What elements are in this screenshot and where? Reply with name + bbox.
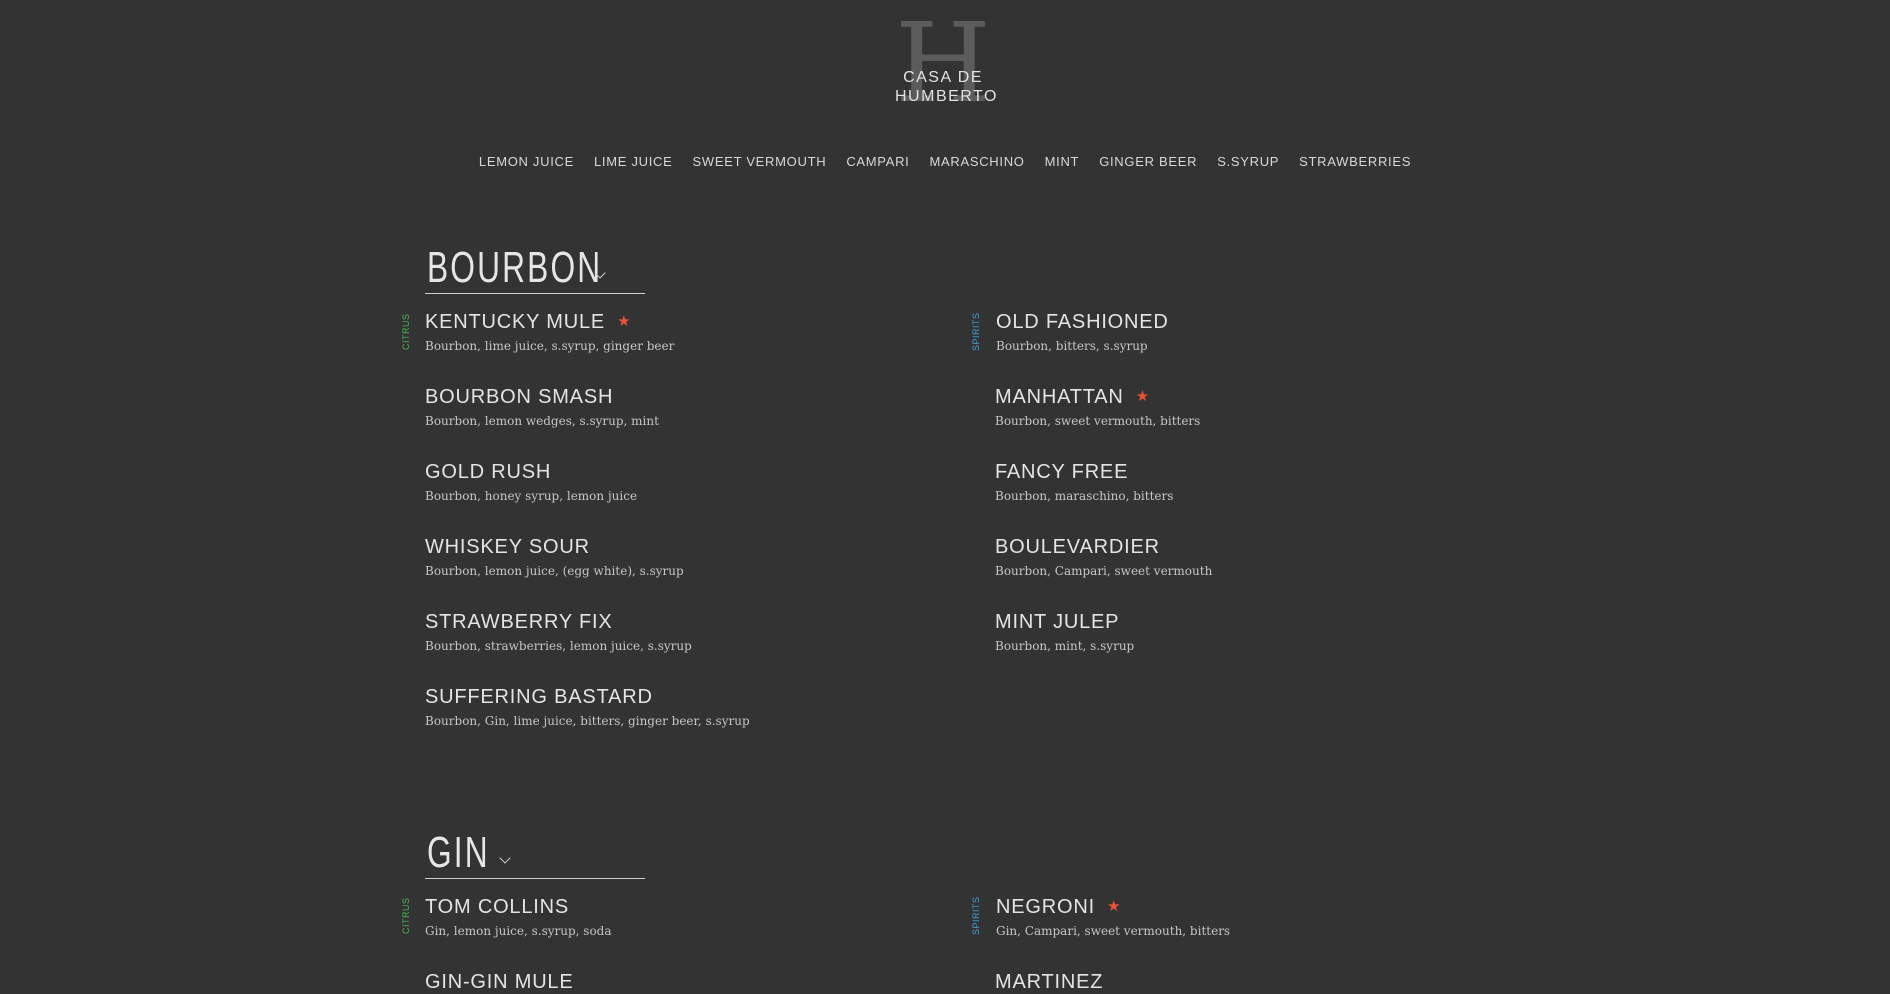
drink-name: FANCY FREE bbox=[995, 461, 1129, 483]
star-icon: ★ bbox=[1106, 898, 1121, 915]
drink-name: KENTUCKY MULE bbox=[425, 311, 606, 333]
drink-name: BOURBON SMASH bbox=[425, 386, 614, 408]
logo[interactable]: H CASA DE HUMBERTO bbox=[895, 8, 998, 118]
drink-item[interactable]: STRAWBERRY FIX Bourbon, strawberries, le… bbox=[425, 610, 925, 654]
drink-item[interactable]: NEGRONI ★ Gin, Campari, sweet vermouth, b… bbox=[996, 895, 1496, 939]
category-tag-spirits: SPIRITS bbox=[971, 312, 981, 351]
drink-name: NEGRONI bbox=[996, 896, 1095, 918]
section-header[interactable]: BOURBON bbox=[425, 245, 645, 294]
nav-item-lime-juice[interactable]: LIME JUICE bbox=[594, 154, 673, 169]
drink-ingredients: Bourbon, lime juice, s.syrup, ginger bee… bbox=[425, 339, 675, 353]
drink-name: GIN-GIN MULE bbox=[425, 971, 574, 993]
nav-item-mint[interactable]: MINT bbox=[1045, 154, 1080, 169]
drink-item[interactable]: MINT JULEP Bourbon, mint, s.syrup bbox=[995, 610, 1495, 654]
drink-item[interactable]: TOM COLLINS Gin, lemon juice, s.syrup, s… bbox=[425, 895, 925, 939]
category-tag-spirits: SPIRITS bbox=[971, 896, 981, 935]
drink-ingredients: Bourbon, Campari, sweet vermouth bbox=[995, 564, 1213, 578]
drink-name: WHISKEY SOUR bbox=[425, 536, 590, 558]
nav-item-maraschino[interactable]: MARASCHINO bbox=[929, 154, 1024, 169]
category-tag-citrus: CITRUS bbox=[401, 897, 411, 935]
drink-ingredients: Bourbon, lemon juice, (egg white), s.syr… bbox=[425, 564, 684, 578]
ingredient-nav: LEMON JUICE LIME JUICE SWEET VERMOUTH CA… bbox=[0, 154, 1890, 169]
drink-item[interactable]: MARTINEZ bbox=[995, 970, 1495, 994]
drink-name: SUFFERING BASTARD bbox=[425, 686, 653, 708]
section-title: BOURBON bbox=[427, 243, 603, 292]
nav-item-s-syrup[interactable]: S.SYRUP bbox=[1217, 154, 1279, 169]
nav-item-sweet-vermouth[interactable]: SWEET VERMOUTH bbox=[693, 154, 827, 169]
section-header[interactable]: GIN bbox=[425, 830, 645, 879]
drink-item[interactable]: KENTUCKY MULE ★ Bourbon, lime juice, s.sy… bbox=[425, 310, 925, 354]
drink-name: MARTINEZ bbox=[995, 971, 1104, 993]
star-icon: ★ bbox=[617, 313, 631, 330]
category-tag-citrus: CITRUS bbox=[401, 313, 411, 351]
drink-ingredients: Bourbon, bitters, s.syrup bbox=[996, 339, 1148, 353]
drink-ingredients: Gin, lemon juice, s.syrup, soda bbox=[425, 924, 612, 938]
drink-ingredients: Bourbon, sweet vermouth, bitters bbox=[995, 414, 1201, 428]
drink-item[interactable]: GOLD RUSH Bourbon, honey syrup, lemon ju… bbox=[425, 460, 925, 504]
drink-name: GOLD RUSH bbox=[425, 461, 552, 483]
drink-name: BOULEVARDIER bbox=[995, 536, 1160, 558]
drink-item[interactable]: GIN-GIN MULE bbox=[425, 970, 925, 994]
drink-item[interactable]: MANHATTAN ★ Bourbon, sweet vermouth, bitt… bbox=[995, 385, 1495, 429]
drink-item[interactable]: FANCY FREE Bourbon, maraschino, bitters bbox=[995, 460, 1495, 504]
drink-item[interactable]: BOURBON SMASH Bourbon, lemon wedges, s.s… bbox=[425, 385, 925, 429]
drink-item[interactable]: BOULEVARDIER Bourbon, Campari, sweet ver… bbox=[995, 535, 1495, 579]
drink-name: MANHATTAN bbox=[995, 386, 1124, 408]
star-icon: ★ bbox=[1135, 388, 1150, 405]
drink-name: MINT JULEP bbox=[995, 611, 1120, 633]
drink-item[interactable]: OLD FASHIONED Bourbon, bitters, s.syrup bbox=[996, 310, 1496, 354]
chevron-down-icon[interactable] bbox=[499, 852, 511, 864]
section-title: GIN bbox=[427, 828, 490, 877]
drink-name: OLD FASHIONED bbox=[996, 311, 1169, 333]
logo-text: CASA DE HUMBERTO bbox=[895, 69, 998, 105]
nav-item-ginger-beer[interactable]: GINGER BEER bbox=[1099, 154, 1197, 169]
drink-name: TOM COLLINS bbox=[425, 896, 570, 918]
drink-ingredients: Bourbon, Gin, lime juice, bitters, ginge… bbox=[425, 714, 750, 728]
drink-item[interactable]: WHISKEY SOUR Bourbon, lemon juice, (egg … bbox=[425, 535, 925, 579]
drink-ingredients: Bourbon, lemon wedges, s.syrup, mint bbox=[425, 414, 659, 428]
drink-item[interactable]: SUFFERING BASTARD Bourbon, Gin, lime jui… bbox=[425, 685, 925, 729]
drink-ingredients: Bourbon, mint, s.syrup bbox=[995, 639, 1135, 653]
nav-item-campari[interactable]: CAMPARI bbox=[846, 154, 909, 169]
drink-ingredients: Bourbon, strawberries, lemon juice, s.sy… bbox=[425, 639, 692, 653]
drink-ingredients: Bourbon, honey syrup, lemon juice bbox=[425, 489, 638, 503]
drink-name: STRAWBERRY FIX bbox=[425, 611, 613, 633]
drink-ingredients: Gin, Campari, sweet vermouth, bitters bbox=[996, 924, 1231, 938]
nav-item-lemon-juice[interactable]: LEMON JUICE bbox=[479, 154, 574, 169]
nav-item-strawberries[interactable]: STRAWBERRIES bbox=[1299, 154, 1411, 169]
drink-ingredients: Bourbon, maraschino, bitters bbox=[995, 489, 1174, 503]
